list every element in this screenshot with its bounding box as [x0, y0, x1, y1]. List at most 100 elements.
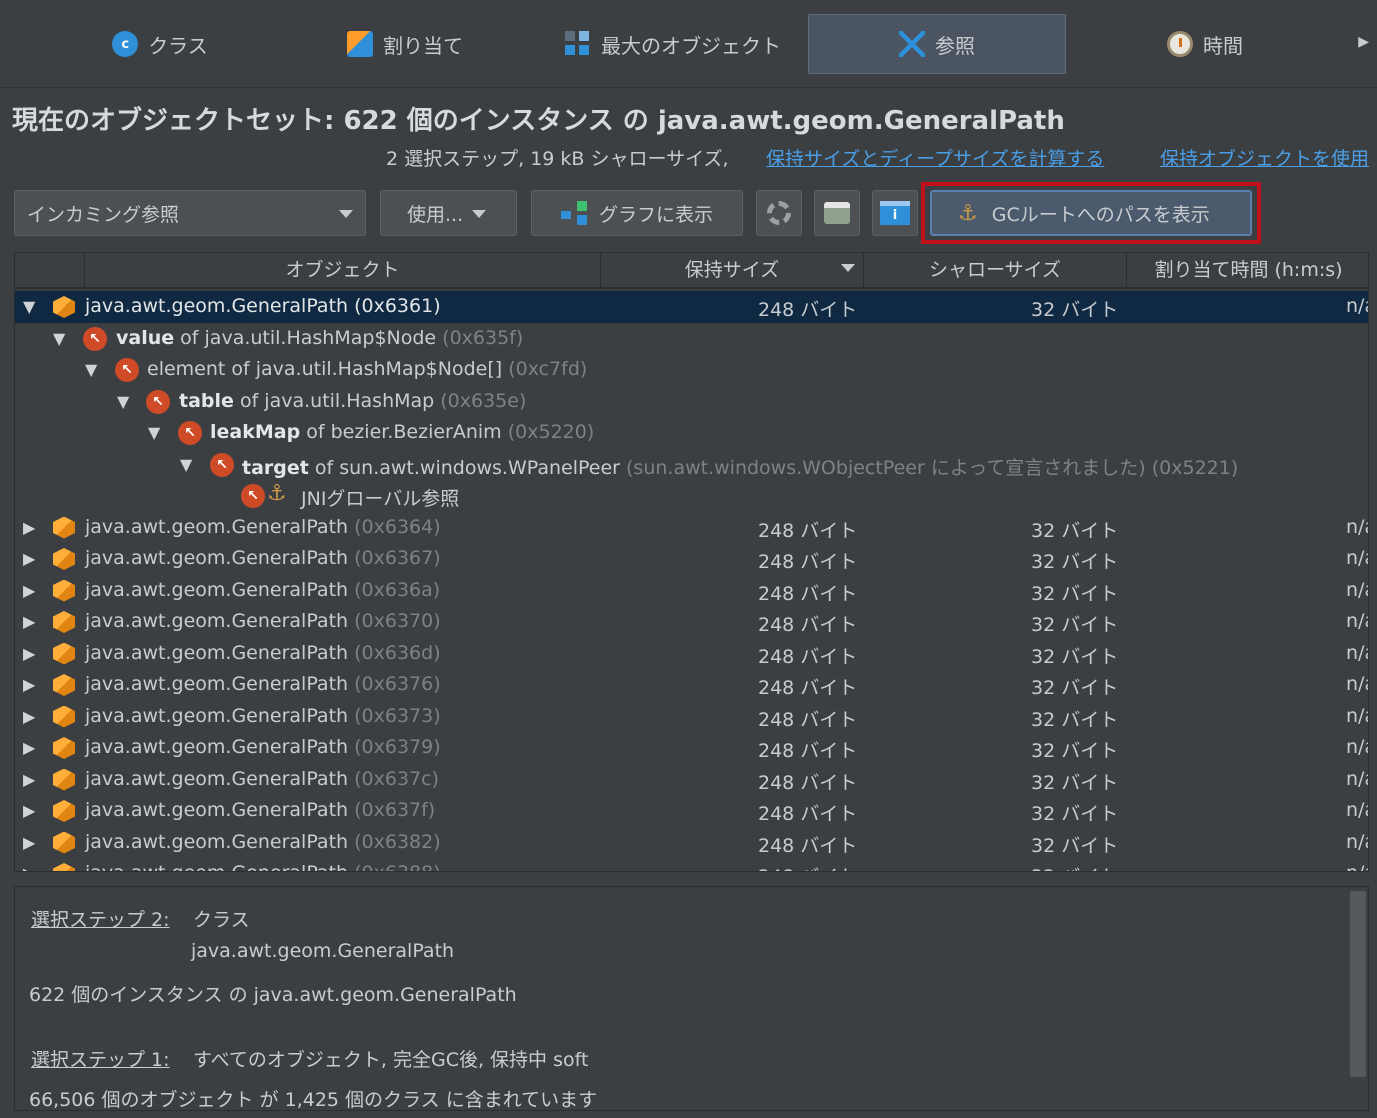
reference-row[interactable]: ▼ ↖ element of java.util.HashMap$Node[] … [15, 354, 1368, 386]
chevron-down-icon [472, 210, 486, 218]
expand-icon[interactable]: ▶ [23, 581, 35, 600]
table-row[interactable]: ▶ java.awt.geom.GeneralPath (0x636d) 248… [15, 638, 1368, 670]
object-set-info: 2 選択ステップ, 19 kB シャローサイズ, [386, 148, 729, 170]
reference-type-select[interactable]: インカミング参照 [14, 190, 366, 236]
reference-row[interactable]: ▼ ↖ value of java.util.HashMap$Node (0x6… [15, 323, 1368, 355]
reference-row[interactable]: ▼ ↖ table of java.util.HashMap (0x635e) [15, 386, 1368, 418]
column-object[interactable]: オブジェクト [85, 253, 601, 289]
show-in-graph-button[interactable]: グラフに表示 [531, 190, 743, 236]
retained-size: 248 バイト [758, 708, 858, 731]
collapse-icon[interactable]: ▼ [85, 360, 97, 379]
collapse-icon[interactable]: ▼ [180, 455, 192, 474]
instance-icon [53, 296, 75, 318]
use-retained-objects-link[interactable]: 保持オブジェクトを使用 [1160, 144, 1377, 171]
object-name: java.awt.geom.GeneralPath (0x6373) [85, 704, 441, 727]
reference-label: target of sun.awt.windows.WPanelPeer (su… [242, 456, 1239, 479]
object-name: java.awt.geom.GeneralPath (0x6370) [85, 610, 441, 632]
reference-arrow-icon: ↖ [241, 484, 265, 508]
tab-biggest-objects[interactable]: 最大のオブジェクト [548, 14, 798, 74]
expand-icon[interactable]: ▶ [23, 707, 35, 726]
allocation-time: n/a [1346, 799, 1368, 821]
shallow-size: 32 バイト [1031, 551, 1119, 573]
print-button[interactable] [814, 190, 860, 236]
retained-size: 248 バイト [758, 803, 858, 825]
expand-icon[interactable]: ▶ [23, 675, 35, 694]
retained-size: 248 バイト [758, 519, 858, 542]
header-spacer [15, 253, 85, 289]
gc-button-label: GCルートへのパスを表示 [991, 203, 1210, 226]
calculate-retained-sizes-link[interactable]: 保持サイズとディープサイズを計算する [766, 144, 1104, 171]
show-paths-to-gc-root-button[interactable]: ⚓ GCルートへのパスを表示 [930, 190, 1252, 236]
gc-root-row[interactable]: ↖ ⚓ JNIグローバル参照 [15, 480, 1368, 512]
tab-label: 最大のオブジェクト [601, 33, 781, 58]
reference-row[interactable]: ▼ ↖ leakMap of bezier.BezierAnim (0x5220… [15, 417, 1368, 449]
reference-arrow-icon: ↖ [115, 358, 139, 382]
info-button[interactable]: i [872, 190, 918, 236]
table-row[interactable]: ▶ java.awt.geom.GeneralPath (0x6373) 248… [15, 701, 1368, 733]
expand-icon[interactable]: ▶ [23, 518, 35, 537]
table-row[interactable]: ▶ java.awt.geom.GeneralPath (0x6370) 248… [15, 606, 1368, 638]
column-allocation-time[interactable]: 割り当て時間 (h:m:s) [1127, 253, 1368, 289]
table-body: ▼ java.awt.geom.GeneralPath (0x6361) 248… [15, 291, 1368, 871]
reference-label: value of java.util.HashMap$Node (0x635f) [116, 326, 524, 349]
expand-icon[interactable]: ▶ [23, 864, 35, 871]
table-row-selected[interactable]: ▼ java.awt.geom.GeneralPath (0x6361) 248… [15, 291, 1368, 323]
table-row[interactable]: ▶ java.awt.geom.GeneralPath (0x6382) 248… [15, 827, 1368, 859]
expand-icon[interactable]: ▶ [23, 644, 35, 663]
instance-icon [53, 579, 75, 602]
instance-icon [53, 516, 75, 539]
collapse-icon[interactable]: ▼ [53, 329, 65, 348]
graph-icon [560, 201, 589, 225]
use-button[interactable]: 使用... [380, 190, 517, 236]
instance-icon [53, 611, 75, 633]
tab-references[interactable]: 参照 [808, 14, 1066, 74]
selection-step-2-link[interactable]: 選択ステップ 2: [31, 905, 170, 932]
expand-icon[interactable]: ▶ [23, 801, 35, 820]
chevron-right-icon[interactable]: ▶ [1358, 34, 1369, 50]
reference-row[interactable]: ▼ ↖ target of sun.awt.windows.WPanelPeer… [15, 449, 1368, 481]
shallow-size: 32 バイト [1031, 677, 1119, 699]
object-name: java.awt.geom.GeneralPath (0x6379) [85, 736, 441, 758]
table-row[interactable]: ▶ java.awt.geom.GeneralPath (0x6379) 248… [15, 732, 1368, 764]
table-row[interactable]: ▶ java.awt.geom.GeneralPath (0x636a) 248… [15, 575, 1368, 607]
selection-step-2-label: クラス [193, 909, 250, 931]
expand-icon[interactable]: ▶ [23, 549, 35, 568]
scrollbar[interactable] [1350, 891, 1366, 1077]
shallow-size: 32 バイト [1031, 834, 1119, 857]
collapse-icon[interactable]: ▼ [23, 297, 35, 316]
column-shallow-size[interactable]: シャローサイズ [864, 253, 1127, 289]
reference-arrow-icon: ↖ [210, 452, 234, 477]
table-row[interactable]: ▶ java.awt.geom.GeneralPath (0x6367) 248… [15, 543, 1368, 575]
settings-button[interactable] [756, 190, 802, 236]
tab-allocations[interactable]: 割り当て [320, 14, 490, 74]
allocation-time: n/a [1346, 515, 1368, 538]
highlight-box: ⚓ GCルートへのパスを表示 [921, 182, 1261, 244]
retained-size: 248 バイト [758, 834, 858, 857]
table-row[interactable]: ▶ java.awt.geom.GeneralPath (0x6388) 248… [15, 858, 1368, 871]
expand-icon[interactable]: ▶ [23, 833, 35, 852]
retained-size: 248 バイト [758, 862, 857, 871]
table-row[interactable]: ▶ java.awt.geom.GeneralPath (0x6364) 248… [15, 512, 1368, 544]
tab-classes[interactable]: c クラス [60, 14, 260, 74]
reference-type-value: インカミング参照 [27, 203, 180, 226]
object-name: java.awt.geom.GeneralPath (0x636a) [85, 578, 441, 601]
allocation-time: n/a [1346, 610, 1368, 632]
collapse-icon[interactable]: ▼ [117, 392, 129, 411]
shallow-size: 32 バイト [1031, 299, 1119, 321]
object-name: java.awt.geom.GeneralPath (0x637c) [85, 767, 439, 790]
table-row[interactable]: ▶ java.awt.geom.GeneralPath (0x637c) 248… [15, 764, 1368, 796]
table-row[interactable]: ▶ java.awt.geom.GeneralPath (0x6376) 248… [15, 669, 1368, 701]
collapse-icon[interactable]: ▼ [148, 423, 160, 442]
expand-icon[interactable]: ▶ [23, 612, 35, 631]
table-row[interactable]: ▶ java.awt.geom.GeneralPath (0x637f) 248… [15, 795, 1368, 827]
retained-size: 248 バイト [758, 645, 858, 668]
retained-size: 248 バイト [758, 771, 858, 794]
column-retained-size[interactable]: 保持サイズ [601, 253, 864, 289]
expand-icon[interactable]: ▶ [23, 738, 35, 757]
selection-step-1-label: すべてのオブジェクト, 完全GC後, 保持中 soft [193, 1049, 589, 1071]
retained-size: 248 バイト [758, 582, 858, 605]
expand-icon[interactable]: ▶ [23, 770, 35, 789]
tab-time[interactable]: 時間 [1130, 14, 1280, 74]
shallow-size: 32 バイト [1031, 645, 1119, 668]
selection-step-1-link[interactable]: 選択ステップ 1: [31, 1045, 170, 1072]
